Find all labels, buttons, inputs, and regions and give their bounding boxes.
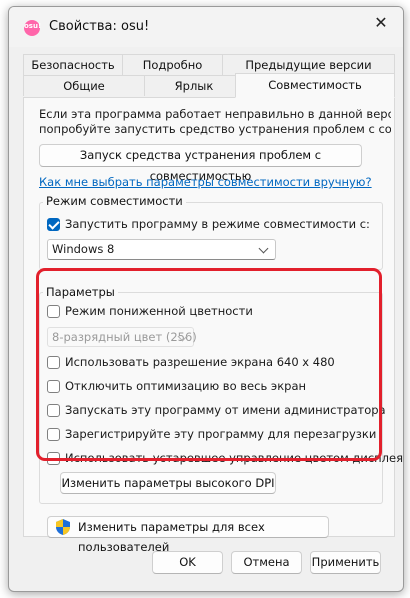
close-button[interactable]: ✕ [359, 7, 403, 39]
compat-mode-label: Запустить программу в режиме совместимос… [65, 217, 370, 231]
close-icon: ✕ [374, 13, 388, 32]
apply-button[interactable]: Применить [310, 551, 381, 574]
title-bar: osu! Свойства: osu! ✕ [9, 7, 403, 47]
intro-line-2: попробуйте запустить средство устранения… [39, 122, 391, 136]
tab-security[interactable]: Безопасность [23, 54, 123, 75]
troubleshoot-button[interactable]: Запуск средства устранения проблем с сов… [39, 144, 362, 183]
osu-icon: osu! [24, 20, 42, 36]
window-title: Свойства: osu! [49, 19, 150, 34]
all-users-label: Изменить параметры для всех пользователе… [78, 520, 265, 554]
intro-line-1: Если эта программа работает неправильно … [39, 107, 391, 121]
tab-shortcut[interactable]: Ярлык [144, 75, 244, 96]
compat-mode-checkbox[interactable] [47, 218, 60, 231]
os-select[interactable]: Windows 8 [47, 239, 276, 260]
highlight-annotation [36, 268, 382, 461]
app-icon-text: osu! [24, 22, 42, 30]
tab-compatibility[interactable]: Совместимость [235, 73, 395, 98]
high-dpi-button[interactable]: Изменить параметры высокого DPI [60, 472, 276, 494]
tab-strip: Безопасность Подробно Предыдущие версии … [9, 47, 403, 98]
ok-button[interactable]: OK [152, 551, 223, 574]
manual-settings-link[interactable]: Как мне выбрать параметры совместимости … [39, 175, 372, 189]
tab-general[interactable]: Общие [23, 75, 145, 96]
compat-mode-title: Режим совместимости [43, 194, 186, 208]
tab-details[interactable]: Подробно [122, 54, 223, 75]
os-select-value: Windows 8 [52, 242, 115, 256]
cancel-button[interactable]: Отмена [231, 551, 302, 574]
uac-shield-icon [56, 519, 70, 535]
tab-previous-versions[interactable]: Предыдущие версии [222, 54, 395, 75]
all-users-button[interactable]: Изменить параметры для всех пользователе… [47, 516, 329, 554]
chevron-down-icon [258, 243, 269, 254]
